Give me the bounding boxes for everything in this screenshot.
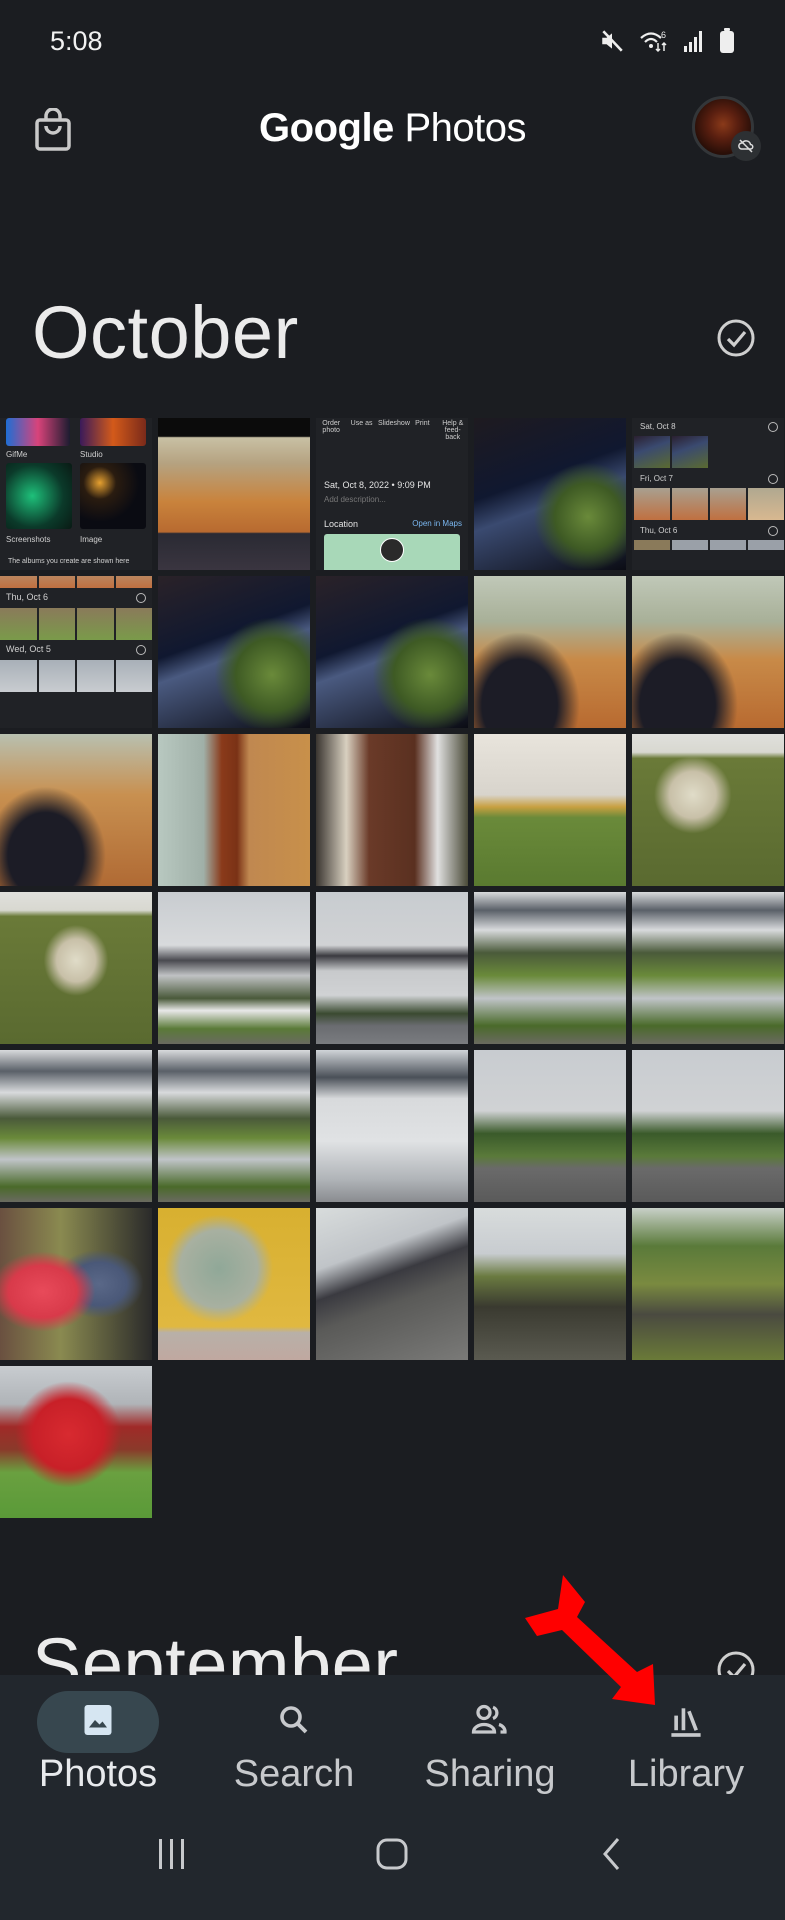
photo-tile[interactable] [632, 1050, 784, 1202]
library-icon [671, 1708, 701, 1737]
day-thumbnail-strip [0, 576, 152, 588]
photo-icon [84, 1705, 112, 1735]
photo-tile[interactable] [316, 892, 468, 1044]
album-label: Screenshots [6, 535, 51, 544]
status-time: 5:08 [50, 26, 103, 56]
photo-tile[interactable] [632, 734, 784, 886]
photo-tile[interactable] [158, 734, 310, 886]
info-action: Help & feed-back [442, 420, 464, 441]
home-icon[interactable] [375, 1837, 409, 1871]
info-action: Slideshow [377, 420, 410, 427]
wifi-6-icon: 6 [640, 30, 667, 53]
photo-tile[interactable] [158, 892, 310, 1044]
photo-tile[interactable] [0, 1050, 152, 1202]
photo-tile[interactable] [632, 576, 784, 728]
month-header-october: October [32, 291, 299, 374]
album-label: Studio [80, 450, 103, 459]
info-date: Sat, Oct 8, 2022 • 9:09 PM [324, 480, 431, 490]
info-action: Order photo [322, 420, 341, 434]
album-label: Image [80, 535, 103, 544]
check-circle-icon [768, 422, 778, 432]
app-logo: Google Photos [0, 106, 785, 151]
battery-icon [720, 28, 734, 53]
photo-tile-days-screenshot[interactable]: Sat, Oct 8 Fri, Oct 7 Thu, Oct 6 [632, 418, 784, 570]
nav-label: Library [627, 1753, 745, 1795]
app-bar: Google Photos [0, 90, 785, 170]
nav-photos[interactable]: Photos [0, 1675, 196, 1805]
account-avatar[interactable] [692, 96, 761, 161]
photo-tile[interactable] [0, 734, 152, 886]
photo-tile-library-screenshot[interactable]: GifMe Studio Screenshots Image The album… [0, 418, 152, 570]
photo-tile[interactable] [316, 1050, 468, 1202]
day-label: Sat, Oct 8 [640, 422, 676, 431]
photo-tile[interactable] [0, 1366, 152, 1518]
photo-tile[interactable] [474, 576, 626, 728]
check-circle-icon[interactable] [716, 318, 756, 358]
mute-icon [602, 30, 623, 52]
photo-tile[interactable] [632, 892, 784, 1044]
photo-tile[interactable] [158, 1050, 310, 1202]
photo-tile[interactable] [474, 1208, 626, 1360]
photo-tile[interactable] [316, 576, 468, 728]
info-action: Print [415, 420, 430, 427]
photo-tile[interactable] [158, 1208, 310, 1360]
back-icon[interactable] [600, 1837, 624, 1871]
check-circle-icon [136, 593, 146, 603]
photo-tile[interactable] [474, 1050, 626, 1202]
nav-label: Search [233, 1753, 355, 1795]
day-thumbnail-strip [0, 608, 152, 640]
check-circle-icon [136, 645, 146, 655]
nav-label: Photos [38, 1753, 158, 1795]
status-bar: 5:08 6 [0, 0, 785, 80]
day-thumbnail-strip [0, 660, 152, 692]
check-circle-icon [768, 526, 778, 536]
photo-tile[interactable] [0, 1208, 152, 1360]
albums-note: The albums you create are shown here [8, 558, 130, 565]
album-label: GifMe [6, 450, 28, 459]
annotation-arrow [525, 1575, 655, 1705]
people-icon [471, 1704, 507, 1734]
backup-off-icon [731, 131, 761, 161]
bottom-navigation: Photos Search Sharing Library [0, 1675, 785, 1920]
nav-label: Sharing [424, 1753, 556, 1795]
search-icon [280, 1706, 308, 1734]
photo-tile[interactable] [316, 1208, 468, 1360]
day-label: Thu, Oct 6 [6, 592, 49, 602]
logo-photos-text: Photos [404, 106, 526, 150]
day-label: Thu, Oct 6 [640, 526, 678, 535]
nav-search[interactable]: Search [196, 1675, 392, 1805]
photo-tile-info-screenshot[interactable]: Order photo Use as Slideshow Print Help … [316, 418, 468, 570]
day-label: Wed, Oct 5 [6, 644, 51, 654]
photo-tile[interactable] [158, 576, 310, 728]
photo-tile[interactable] [474, 418, 626, 570]
photo-tile[interactable] [474, 734, 626, 886]
photo-tile-library-screenshot-continued[interactable]: Fri, Oct 7Thu, Oct 6Wed, Oct 5 [0, 576, 152, 728]
photo-tile[interactable] [158, 418, 310, 570]
signal-icon [684, 31, 702, 52]
info-location-label: Location [324, 519, 359, 529]
day-label: Fri, Oct 7 [640, 474, 673, 483]
recents-icon[interactable] [156, 1837, 188, 1871]
check-circle-icon [768, 474, 778, 484]
logo-google-text: Google [259, 106, 394, 150]
photo-tile[interactable] [474, 892, 626, 1044]
info-action: Use as [350, 420, 373, 427]
info-description: Add description... [324, 495, 386, 504]
info-open-maps: Open in Maps [412, 519, 462, 528]
photo-tile[interactable] [632, 1208, 784, 1360]
photo-tile[interactable] [0, 892, 152, 1044]
svg-text:6: 6 [661, 30, 666, 40]
photo-tile[interactable] [316, 734, 468, 886]
